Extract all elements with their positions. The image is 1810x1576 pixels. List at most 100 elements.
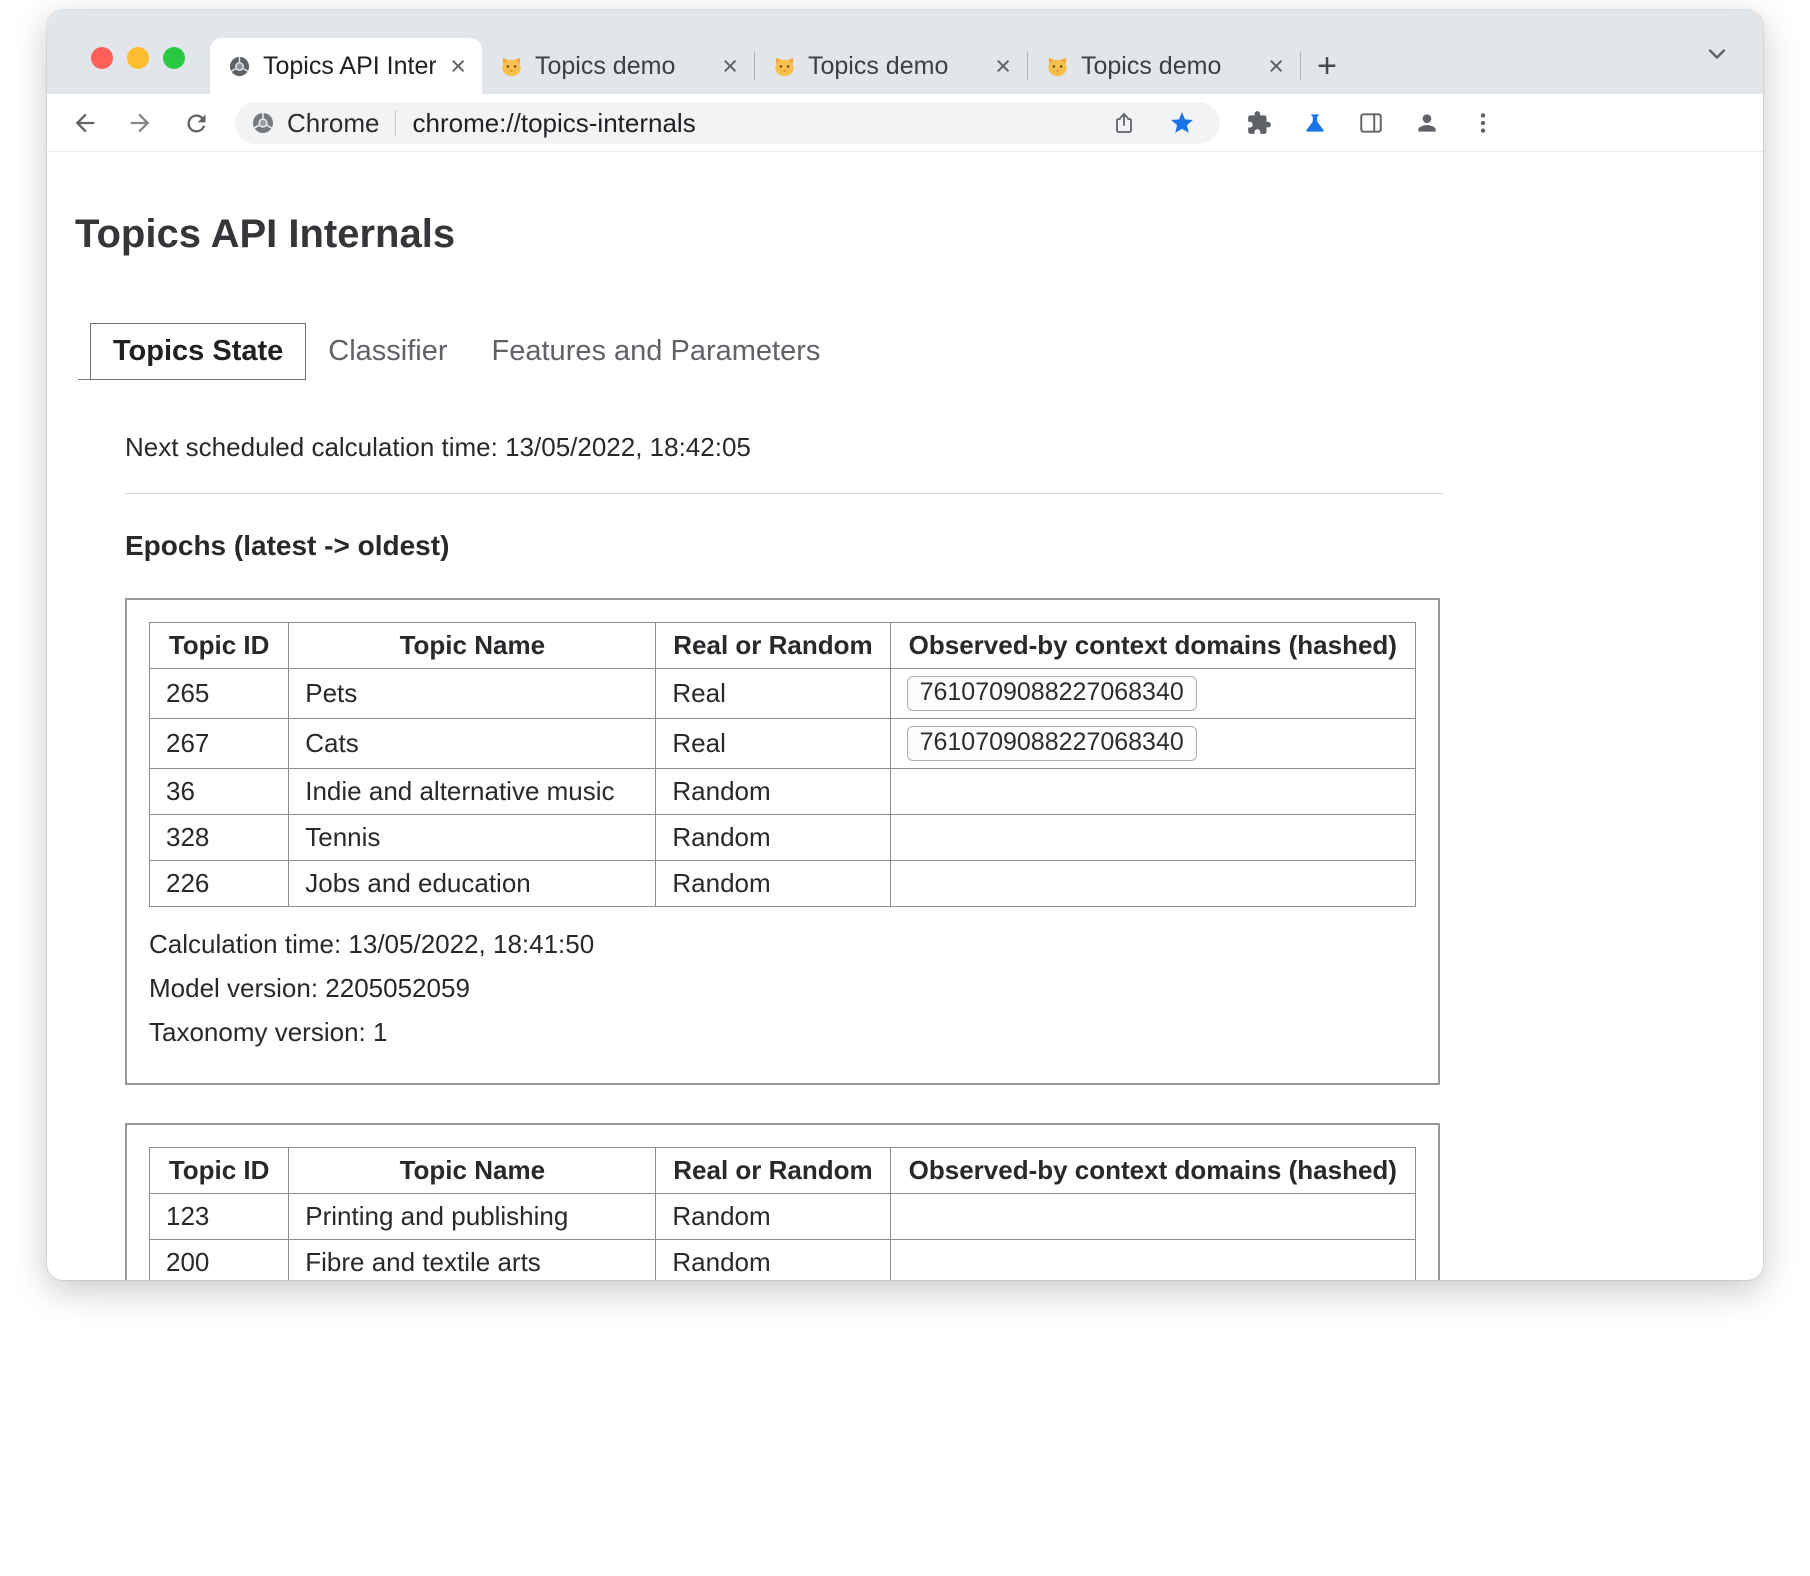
header-real-or-random: Real or Random: [656, 1148, 890, 1194]
minimize-window-button[interactable]: [127, 47, 149, 69]
epochs-heading: Epochs (latest -> oldest): [125, 530, 1763, 562]
search-engine-label: Chrome: [287, 108, 379, 139]
tab-strip: Topics API Intern × Topics demo ×: [47, 10, 1763, 94]
tab-title: Topics demo: [808, 52, 981, 81]
table-row: 226 Jobs and education Random: [150, 861, 1416, 907]
topic-name: Indie and alternative music: [289, 769, 656, 815]
topic-id: 200: [150, 1240, 289, 1281]
tab-topics-state[interactable]: Topics State: [90, 323, 306, 380]
browser-tab-topics-demo-1[interactable]: Topics demo ×: [482, 38, 754, 94]
maximize-window-button[interactable]: [163, 47, 185, 69]
model-version: Model version: 2205052059: [149, 973, 1416, 1004]
page-content: Topics API Internals Topics State Classi…: [47, 152, 1763, 1280]
table-row: 200 Fibre and textile arts Random: [150, 1240, 1416, 1281]
real-or-random: Random: [656, 861, 890, 907]
topic-id: 123: [150, 1194, 289, 1240]
page-tab-bar: Topics State Classifier Features and Par…: [78, 323, 1763, 380]
table-row: 265 Pets Real 7610709088227068340: [150, 669, 1416, 719]
observed-domains-cell: 7610709088227068340: [890, 719, 1415, 769]
tab-bar-lead-line: [78, 323, 90, 380]
observed-domains-cell: 7610709088227068340: [890, 669, 1415, 719]
observed-domains-cell: [890, 769, 1415, 815]
real-or-random: Real: [656, 719, 890, 769]
observed-domains-cell: [890, 815, 1415, 861]
tab-features-and-parameters[interactable]: Features and Parameters: [470, 323, 843, 380]
topic-name: Fibre and textile arts: [289, 1240, 656, 1281]
divider: [125, 493, 1443, 494]
browser-tab-topics-demo-3[interactable]: Topics demo ×: [1028, 38, 1300, 94]
header-observed-by: Observed-by context domains (hashed): [890, 1148, 1415, 1194]
tab-title: Topics API Intern: [263, 52, 436, 81]
tab-title: Topics demo: [535, 52, 708, 81]
topic-id: 267: [150, 719, 289, 769]
observed-domains-cell: [890, 861, 1415, 907]
cat-icon: [773, 55, 796, 78]
cat-icon: [500, 55, 523, 78]
browser-toolbar: Chrome chrome://topics-internals: [47, 94, 1763, 152]
header-observed-by: Observed-by context domains (hashed): [890, 623, 1415, 669]
table-header-row: Topic ID Topic Name Real or Random Obser…: [150, 623, 1416, 669]
tab-search-chevron-icon[interactable]: [1699, 36, 1735, 72]
close-tab-icon[interactable]: ×: [1266, 53, 1286, 80]
topic-name: Jobs and education: [289, 861, 656, 907]
topic-name: Cats: [289, 719, 656, 769]
topic-id: 226: [150, 861, 289, 907]
real-or-random: Random: [656, 815, 890, 861]
url-text: chrome://topics-internals: [412, 108, 695, 139]
new-tab-button[interactable]: +: [1301, 40, 1353, 92]
share-icon[interactable]: [1106, 105, 1142, 141]
real-or-random: Real: [656, 669, 890, 719]
traffic-lights: [91, 47, 185, 69]
hashed-domain-value: 7610709088227068340: [907, 726, 1197, 761]
epoch-panel-1: Topic ID Topic Name Real or Random Obser…: [125, 598, 1440, 1085]
topic-id: 265: [150, 669, 289, 719]
table-header-row: Topic ID Topic Name Real or Random Obser…: [150, 1148, 1416, 1194]
reload-button[interactable]: [174, 101, 218, 145]
back-button[interactable]: [63, 101, 107, 145]
table-row: 36 Indie and alternative music Random: [150, 769, 1416, 815]
header-topic-id: Topic ID: [150, 1148, 289, 1194]
browser-tab-topics-demo-2[interactable]: Topics demo ×: [755, 38, 1027, 94]
hashed-domain-value: 7610709088227068340: [907, 676, 1197, 711]
chrome-labs-flask-icon[interactable]: [1293, 101, 1337, 145]
browser-window: Topics API Intern × Topics demo ×: [47, 10, 1763, 1280]
more-menu-kebab-icon[interactable]: [1461, 101, 1505, 145]
browser-tabs: Topics API Intern × Topics demo ×: [210, 38, 1353, 94]
topic-name: Tennis: [289, 815, 656, 861]
toolbar-actions: [1237, 101, 1505, 145]
header-real-or-random: Real or Random: [656, 623, 890, 669]
epoch-1-meta: Calculation time: 13/05/2022, 18:41:50 M…: [149, 929, 1416, 1048]
header-topic-name: Topic Name: [289, 623, 656, 669]
real-or-random: Random: [656, 1194, 890, 1240]
table-row: 328 Tennis Random: [150, 815, 1416, 861]
page-title: Topics API Internals: [75, 212, 1763, 257]
topic-id: 36: [150, 769, 289, 815]
epoch-1-table: Topic ID Topic Name Real or Random Obser…: [149, 622, 1416, 907]
calculation-time: Calculation time: 13/05/2022, 18:41:50: [149, 929, 1416, 960]
tab-classifier[interactable]: Classifier: [306, 323, 469, 380]
topic-name: Pets: [289, 669, 656, 719]
close-tab-icon[interactable]: ×: [720, 53, 740, 80]
close-window-button[interactable]: [91, 47, 113, 69]
observed-domains-cell: [890, 1194, 1415, 1240]
epoch-2-table: Topic ID Topic Name Real or Random Obser…: [149, 1147, 1416, 1280]
close-tab-icon[interactable]: ×: [993, 53, 1013, 80]
address-bar[interactable]: Chrome chrome://topics-internals: [235, 102, 1220, 144]
real-or-random: Random: [656, 769, 890, 815]
taxonomy-version: Taxonomy version: 1: [149, 1017, 1416, 1048]
table-row: 267 Cats Real 7610709088227068340: [150, 719, 1416, 769]
extensions-puzzle-icon[interactable]: [1237, 101, 1281, 145]
forward-button[interactable]: [118, 101, 162, 145]
table-row: 123 Printing and publishing Random: [150, 1194, 1416, 1240]
epoch-panel-2: Topic ID Topic Name Real or Random Obser…: [125, 1123, 1440, 1280]
chrome-internals-icon: [228, 55, 251, 78]
side-panel-icon[interactable]: [1349, 101, 1393, 145]
topic-id: 328: [150, 815, 289, 861]
real-or-random: Random: [656, 1240, 890, 1281]
close-tab-icon[interactable]: ×: [448, 53, 468, 80]
profile-avatar-icon[interactable]: [1405, 101, 1449, 145]
header-topic-name: Topic Name: [289, 1148, 656, 1194]
browser-tab-topics-internals[interactable]: Topics API Intern ×: [210, 38, 482, 94]
next-calculation-time: Next scheduled calculation time: 13/05/2…: [125, 432, 1763, 463]
bookmark-star-icon[interactable]: [1164, 105, 1200, 141]
